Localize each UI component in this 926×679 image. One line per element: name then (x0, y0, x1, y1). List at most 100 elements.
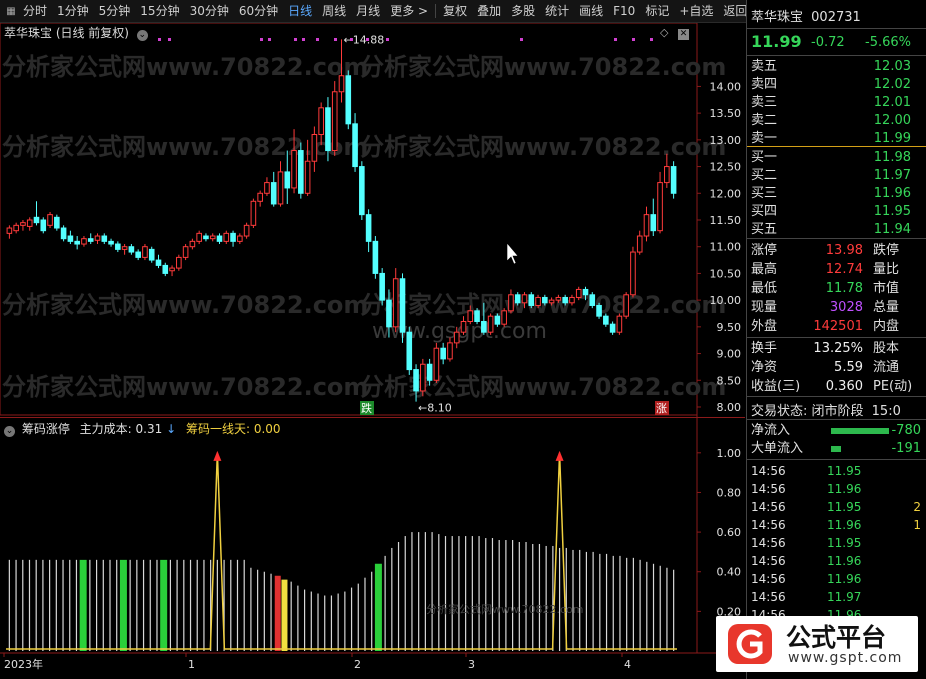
ask-label: 卖五 (751, 59, 778, 74)
logo-title: 公式平台 (786, 623, 887, 652)
divider (747, 28, 926, 29)
toolbar-button[interactable]: 多股 (506, 0, 540, 22)
period-tab[interactable]: 60分钟 (234, 0, 283, 22)
y-tick-label: 10.00 (710, 294, 742, 307)
flow-label: 大单流入 (751, 441, 804, 456)
kline-chart-svg[interactable]: 分析家公式网www.70822.com分析家公式网www.70822.com分析… (0, 22, 745, 676)
flow-value: -191 (891, 441, 921, 456)
candle (643, 206, 650, 242)
toolbar-divider (435, 4, 437, 18)
pane-divider (0, 417, 745, 418)
sub-watermark: 分析家公式网www.70822.com (426, 602, 583, 616)
candle (182, 244, 189, 261)
toolbar-button[interactable]: 复权 (438, 0, 472, 22)
period-tab[interactable]: 15分钟 (135, 0, 184, 22)
candle (352, 113, 358, 172)
period-tab[interactable]: 30分钟 (185, 0, 234, 22)
stat-label: 最低 (751, 281, 778, 296)
signal-dot (316, 38, 319, 41)
tick-time: 14:56 (751, 572, 786, 586)
tick-price: 11.96 (827, 518, 862, 532)
candle (474, 308, 480, 325)
period-tab[interactable]: 日线 (283, 0, 317, 22)
candle (365, 209, 372, 253)
y-tick-label: 14.00 (710, 80, 742, 93)
divider (747, 238, 926, 239)
signal-dot (260, 38, 263, 41)
watermark-text: 分析家公式网www.70822.com (360, 133, 726, 161)
y-tick-label: 11.00 (710, 241, 742, 254)
candle (237, 233, 243, 245)
chip-line-series (6, 452, 677, 650)
stock-header: 萃华珠宝 002731 (751, 6, 861, 25)
quote-panel: 萃华珠宝 002731 11.99 -0.72 -5.66% 卖五 12.03 卖四… (746, 0, 926, 679)
y-tick-label: 12.00 (710, 187, 742, 200)
period-tab[interactable]: 5分钟 (94, 0, 136, 22)
candle (148, 246, 155, 263)
tick-price: 11.96 (827, 482, 862, 496)
limit-up-arrow-icon (555, 450, 564, 461)
stock-code: 002731 (811, 10, 861, 25)
watermark-text: 分析家公式网www.70822.com (360, 291, 726, 319)
ask-row[interactable]: 卖三 12.01 (751, 94, 921, 111)
watermark-text: 分析家公式网www.70822.com (2, 291, 368, 319)
toolbar-button[interactable]: 标记 (640, 0, 674, 22)
stat-row: 外盘 142501 内盘 (751, 318, 921, 335)
ask-row[interactable]: 卖五 12.03 (751, 58, 921, 75)
candle (433, 342, 440, 383)
stat-label-2: 总量 (873, 300, 900, 315)
divider (747, 459, 926, 460)
period-tab[interactable]: 1分钟 (52, 0, 94, 22)
tick-price: 11.95 (827, 536, 862, 550)
sub-pane-settings-icon[interactable]: ⌄ (4, 426, 15, 437)
stat-row: 净资 5.59 流通 (751, 359, 921, 376)
close-pane-icon[interactable]: ✕ (677, 29, 689, 40)
flow-row: 大单流入 -191 (751, 440, 921, 457)
bid-row[interactable]: 买二 11.97 (751, 167, 921, 184)
period-tab[interactable]: 月线 (351, 0, 385, 22)
toolbar-button[interactable]: 叠加 (472, 0, 506, 22)
bid-row[interactable]: 买五 11.94 (751, 221, 921, 238)
ask-row[interactable]: 卖四 12.02 (751, 76, 921, 93)
period-tab[interactable]: 分时 (18, 0, 52, 22)
diamond-icon[interactable]: ◇ (660, 26, 668, 39)
candle (176, 254, 182, 271)
ask-row[interactable]: 卖二 12.00 (751, 112, 921, 129)
candle (162, 262, 169, 277)
stat-value: 12.74 (825, 262, 863, 277)
watermark-text: 分析家公式网www.70822.com (360, 53, 726, 81)
tick-time: 14:56 (751, 482, 786, 496)
tick-volume: 2 (913, 500, 921, 514)
y-tick-label: 8.00 (717, 401, 742, 414)
settings-icon[interactable]: ⌄ (136, 30, 148, 41)
bid-row[interactable]: 买三 11.96 (751, 185, 921, 202)
candle (331, 81, 338, 156)
period-tab[interactable]: 周线 (317, 0, 351, 22)
sub-pane-title: ⌄ 筹码涨停 主力成本: 0.31 ↓ 筹码一线天: 0.00 (4, 420, 281, 437)
toolbar-button[interactable]: +自选 (674, 0, 718, 22)
flow-value: -780 (891, 423, 921, 438)
candle (243, 222, 250, 239)
stat-row: 收益(三) 0.360 PE(动) (751, 378, 921, 395)
tick-time: 14:56 (751, 518, 786, 532)
bid-row[interactable]: 买四 11.95 (751, 203, 921, 220)
x-tick-label: 2023年 (4, 657, 43, 671)
stat-value: 0.360 (825, 379, 863, 394)
ask-row[interactable]: 卖一 11.99 (751, 130, 921, 147)
candle (67, 230, 74, 245)
toolbar-button[interactable]: F10 (608, 0, 640, 22)
y-tick-label: 10.50 (710, 267, 742, 280)
bid-label: 买一 (751, 150, 778, 165)
ask-price: 11.99 (873, 131, 911, 146)
x-tick-label: 2 (354, 658, 361, 671)
stat-value: 11.78 (825, 281, 863, 296)
bid-row[interactable]: 买一 11.98 (751, 149, 921, 166)
y-tick-label: 8.50 (717, 374, 742, 387)
toolbar-button[interactable]: 画线 (574, 0, 608, 22)
y-tick-label: 13.50 (710, 107, 742, 120)
grid-icon[interactable]: ▦ (4, 4, 18, 18)
bid-price: 11.94 (873, 222, 911, 237)
toolbar-button[interactable]: 统计 (540, 0, 574, 22)
period-tab[interactable]: 更多 > (385, 0, 433, 22)
sub-y-tick-label: 0.80 (717, 486, 742, 499)
